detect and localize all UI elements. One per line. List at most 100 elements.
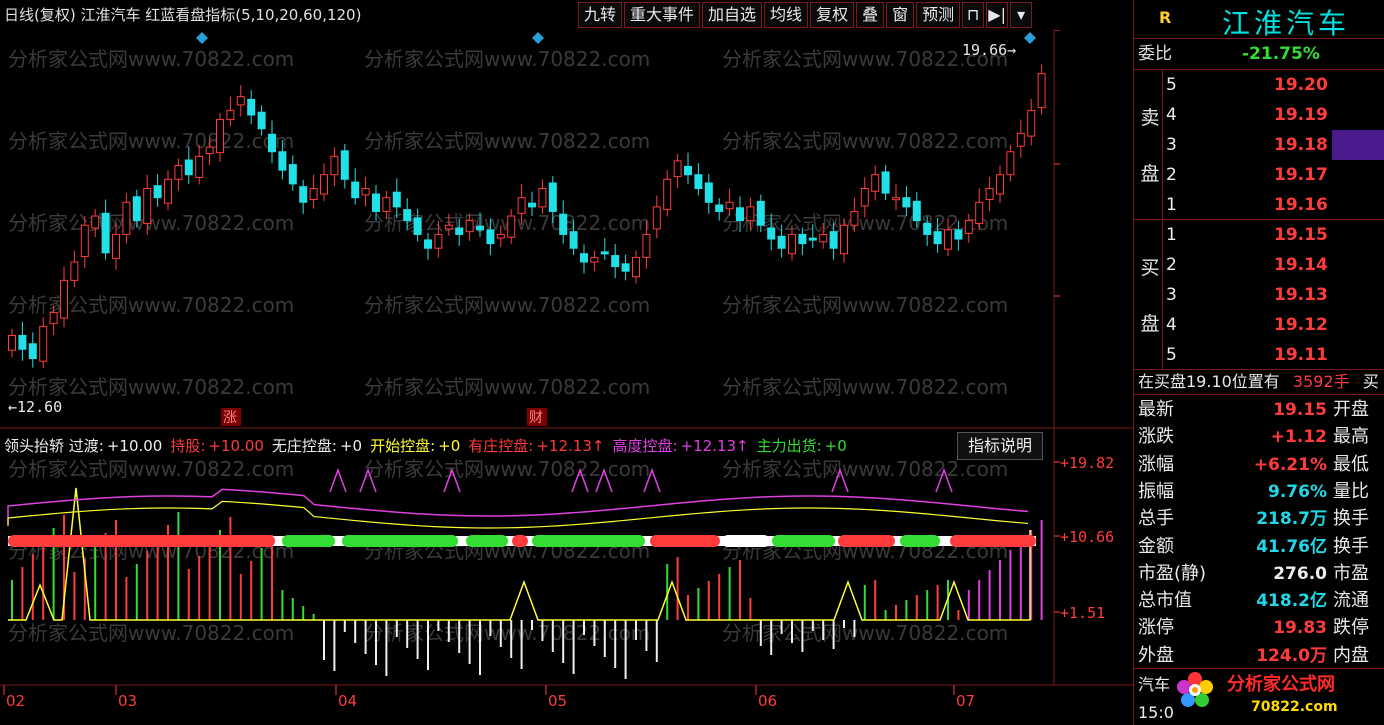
- notice-text: 在买盘19.10位置有: [1138, 372, 1280, 391]
- candle: [236, 96, 245, 106]
- toolbar-button-6[interactable]: 窗: [886, 2, 915, 28]
- time-label: 15:0: [1138, 703, 1174, 722]
- chevron-down-icon[interactable]: ▾: [1010, 2, 1033, 28]
- date-label: 05: [548, 692, 567, 710]
- sell-level: 2: [1166, 165, 1177, 185]
- status-segment: [838, 535, 895, 547]
- candle: [725, 201, 734, 210]
- candle: [465, 220, 474, 233]
- status-segment: [650, 535, 720, 547]
- toolbar-button-5[interactable]: 叠: [856, 2, 885, 28]
- candle: [382, 197, 391, 212]
- candle: [101, 212, 110, 254]
- candle: [756, 200, 765, 226]
- candle: [642, 233, 651, 258]
- candle: [912, 200, 921, 222]
- toolbar-button-1[interactable]: 重大事件: [624, 2, 701, 28]
- candle: [361, 187, 370, 196]
- candle: [673, 160, 682, 178]
- event-diamond-icon[interactable]: [532, 32, 544, 44]
- r-marker: R: [1159, 8, 1172, 27]
- legend-value: +10.00: [208, 437, 264, 455]
- candle: [257, 111, 266, 130]
- price-axis-label: 17.44: [1060, 156, 1105, 174]
- candle: [860, 187, 869, 207]
- candle: [600, 251, 609, 255]
- candle: [195, 155, 204, 178]
- stat-value: 19.83: [1273, 618, 1327, 639]
- legend-value: +0: [438, 437, 461, 455]
- candle: [70, 261, 79, 281]
- toolbar-button-2[interactable]: 加自选: [702, 2, 763, 28]
- candle: [892, 197, 900, 201]
- chart-area[interactable]: 分析家公式网www.70822.com 分析家公式网www.70822.com 分析…: [0, 30, 1133, 725]
- candle: [122, 201, 131, 235]
- watermark-text: 分析家公式网www.70822.com: [722, 129, 1008, 153]
- skip-end-icon[interactable]: ▶|: [986, 2, 1009, 28]
- watermark-text: 分析家公式网www.70822.com: [364, 293, 650, 317]
- candle: [340, 150, 349, 180]
- date-label: 07: [956, 692, 975, 710]
- sell-price: 19.18: [1274, 135, 1328, 155]
- buy-level: 5: [1166, 345, 1177, 365]
- candle: [798, 233, 807, 245]
- indicator-help-button[interactable]: 指标说明: [957, 432, 1044, 460]
- quote-panel: R 江淮汽车 委比 -21.75% 卖盘 买盘 在买盘19.10位置有 3592…: [1133, 0, 1384, 725]
- stat-label: 市盈(静): [1138, 562, 1207, 584]
- watermark-text: 分析家公式网www.70822.com: [722, 621, 1008, 645]
- stat-label-2: 市盈: [1333, 562, 1369, 584]
- indicator-legend: 领头抬轿 过渡: +10.00 持股: +10.00 无庄控盘: +0 开始控盘: +0 有庄控…: [4, 435, 855, 456]
- stat-label: 涨停: [1138, 617, 1174, 639]
- buy-side-char: 盘: [1140, 313, 1160, 335]
- stock-name[interactable]: 江淮汽车: [1222, 2, 1350, 42]
- stat-label: 振幅: [1138, 480, 1174, 502]
- candle: [538, 187, 547, 208]
- logo-url: 70822.com: [1251, 699, 1338, 715]
- candle: [517, 197, 526, 214]
- candle: [528, 202, 536, 208]
- notice-volume: 3592手: [1292, 372, 1350, 391]
- event-diamond-icon[interactable]: [196, 32, 208, 44]
- legend-item: 无庄控盘: +0: [272, 437, 362, 455]
- event-diamond-icon[interactable]: [1024, 32, 1036, 44]
- candle: [60, 279, 68, 319]
- candle: [247, 98, 256, 116]
- watermark-text: 分析家公式网www.70822.com: [364, 47, 650, 71]
- candle: [632, 256, 640, 278]
- sell-price: 19.19: [1274, 105, 1328, 125]
- toolbar-button-0[interactable]: 九转: [578, 2, 623, 28]
- industry-tab[interactable]: 汽车: [1138, 670, 1170, 700]
- status-segment: [900, 535, 940, 547]
- candle: [808, 237, 817, 241]
- legend-value: +0: [824, 437, 847, 455]
- candle: [413, 217, 422, 235]
- sell-side-label: 卖盘: [1140, 90, 1160, 202]
- stat-value: 418.2亿: [1256, 591, 1327, 612]
- lock-icon[interactable]: ⊓: [962, 2, 985, 28]
- toolbar-button-4[interactable]: 复权: [810, 2, 855, 28]
- candle: [663, 178, 672, 211]
- legend-label: 持股:: [170, 437, 206, 455]
- chart-toolbar: 九转 重大事件 加自选 均线 复权叠窗预测 ⊓ ▶| ▾: [578, 2, 1034, 28]
- toolbar-button-7[interactable]: 预测: [916, 2, 961, 28]
- legend-label: 开始控盘:: [370, 437, 436, 455]
- event-mark-text: 财: [529, 410, 543, 426]
- watermark-text: 分析家公式网www.70822.com: [8, 47, 294, 71]
- legend-label: 主力出货:: [756, 437, 822, 455]
- stat-label-2: 流通: [1333, 590, 1369, 612]
- flower-icon: [1177, 672, 1213, 707]
- candle: [944, 229, 952, 250]
- candle: [184, 159, 193, 176]
- candle: [975, 201, 984, 224]
- candle: [216, 119, 224, 154]
- event-mark-text: 涨: [223, 410, 237, 426]
- watermark-text: 分析家公式网www.70822.com: [8, 129, 294, 153]
- status-segment: [772, 535, 835, 547]
- candle: [902, 197, 911, 208]
- sell-side-char: 盘: [1140, 163, 1160, 185]
- sell-level: 4: [1166, 105, 1177, 125]
- candle: [496, 233, 505, 239]
- date-label: 02: [6, 692, 25, 710]
- toolbar-button-3[interactable]: 均线: [764, 2, 809, 28]
- legend-item: 高度控盘: +12.13↑: [612, 437, 748, 455]
